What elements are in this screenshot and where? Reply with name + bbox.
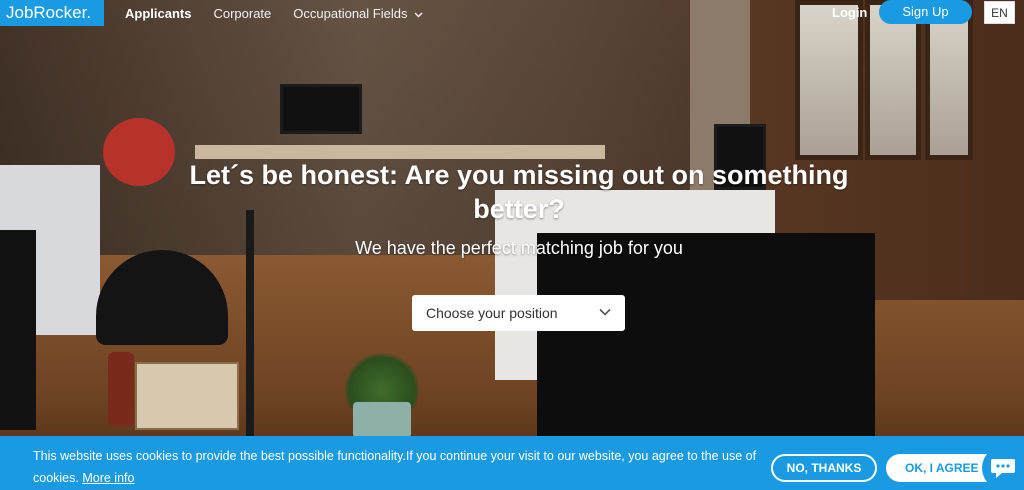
window xyxy=(865,0,921,160)
desk xyxy=(195,145,605,159)
nav-corporate[interactable]: Corporate xyxy=(213,6,271,22)
cookie-message: This website uses cookies to provide the… xyxy=(33,445,763,489)
cookie-text: This website uses cookies to provide the… xyxy=(33,449,757,485)
sign-up-button[interactable]: Sign Up xyxy=(879,0,972,24)
cookie-banner: This website uses cookies to provide the… xyxy=(0,436,1024,490)
login-link[interactable]: Login xyxy=(832,5,867,21)
language-selector[interactable]: EN xyxy=(984,1,1015,24)
hero-headline: Let´s be honest: Are you missing out on … xyxy=(189,160,849,224)
left-dark-screen xyxy=(0,230,36,430)
foreground-monitor xyxy=(537,233,875,453)
chevron-down-icon xyxy=(414,12,423,18)
window xyxy=(925,0,973,160)
position-select[interactable]: Choose your position xyxy=(412,295,625,331)
main-nav: Applicants Corporate Occupational Fields xyxy=(125,6,423,22)
logo[interactable]: JobRocker. xyxy=(0,0,104,26)
more-info-link[interactable]: More info xyxy=(82,471,134,485)
nav-occupational-fields-label: Occupational Fields xyxy=(293,6,408,21)
plant-pot xyxy=(353,402,411,438)
background-monitor xyxy=(280,84,362,134)
hero-subline: We have the perfect matching job for you xyxy=(355,238,683,258)
plant xyxy=(345,350,419,408)
nav-occupational-fields[interactable]: Occupational Fields xyxy=(293,6,423,22)
chat-widget-button[interactable] xyxy=(982,446,1024,490)
chevron-down-icon xyxy=(599,308,611,316)
radio xyxy=(135,362,239,430)
chat-icon xyxy=(991,459,1015,478)
bottle xyxy=(108,352,134,426)
window xyxy=(795,0,863,160)
nav-applicants[interactable]: Applicants xyxy=(125,6,191,22)
position-select-label: Choose your position xyxy=(426,305,558,321)
decline-cookies-button[interactable]: NO, THANKS xyxy=(771,454,877,482)
